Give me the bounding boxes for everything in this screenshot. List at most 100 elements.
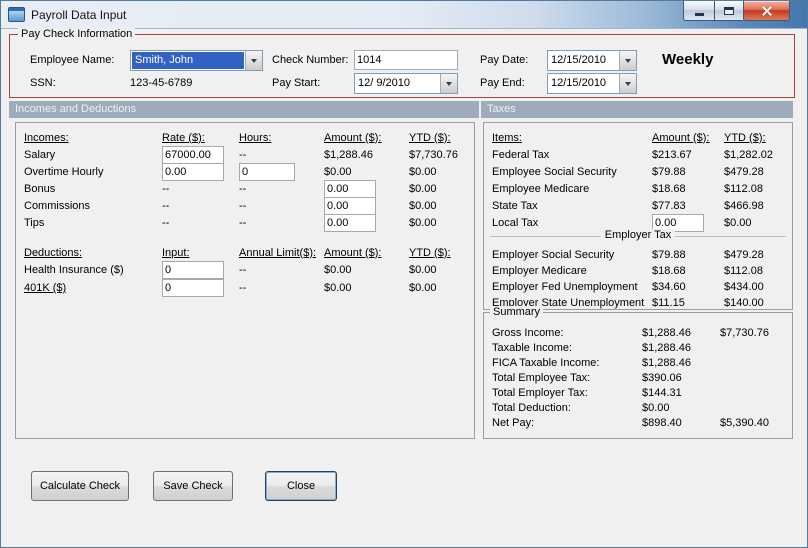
summary-name: Net Pay: xyxy=(492,416,535,429)
tax-ytd: $479.28 xyxy=(724,165,764,178)
pay-date-value: 12/15/2010 xyxy=(551,54,607,66)
close-window-button[interactable] xyxy=(743,1,790,21)
income-amount: $0.00 xyxy=(324,165,352,178)
tax-amount: $79.88 xyxy=(652,249,686,261)
income-row-salary: Salary -- $1,288.46 $7,730.76 xyxy=(16,145,474,164)
tax-amount: $18.68 xyxy=(652,265,686,277)
pay-date-arrow-button[interactable] xyxy=(619,51,636,70)
income-hours: -- xyxy=(239,216,247,229)
summary-legend: Summary xyxy=(490,306,544,318)
deduction-ytd: $0.00 xyxy=(409,282,437,294)
tax-row-federal: Federal Tax $213.67 $1,282.02 xyxy=(484,146,792,163)
minimize-button[interactable] xyxy=(683,1,715,21)
deductions-col-header: Deductions: xyxy=(24,246,83,259)
incomes-col-header: Incomes: xyxy=(24,131,69,144)
pay-frequency-label: Weekly xyxy=(662,51,714,68)
income-amount: $1,288.46 xyxy=(324,148,373,161)
tax-ytd: $466.98 xyxy=(724,199,764,212)
employer-tax-separator: Employer Tax xyxy=(490,229,786,247)
income-name: Salary xyxy=(24,148,56,161)
tax-ytd: $0.00 xyxy=(724,217,752,229)
maximize-button[interactable] xyxy=(715,1,743,21)
tax-row-employer-ss: Employer Social Security $79.88 $479.28 xyxy=(484,247,792,263)
pay-start-picker[interactable]: 12/ 9/2010 xyxy=(354,73,458,94)
tax-name: Local Tax xyxy=(492,217,539,229)
incomes-header-row: Incomes: Rate ($): Hours: Amount ($): YT… xyxy=(16,129,474,146)
summary-row-net-pay: Net Pay: $898.40 $5,390.40 xyxy=(484,415,792,430)
employer-tax-label: Employer Tax xyxy=(600,229,676,241)
income-hours: -- xyxy=(239,182,247,195)
chevron-down-icon xyxy=(446,81,452,86)
summary-amount: $0.00 xyxy=(642,401,670,414)
pay-end-arrow-button[interactable] xyxy=(619,74,636,93)
chevron-down-icon xyxy=(251,58,257,63)
summary-name: Total Deduction: xyxy=(492,401,571,414)
calculate-check-button[interactable]: Calculate Check xyxy=(31,471,129,501)
income-rate: -- xyxy=(162,216,170,229)
pay-check-info-legend: Pay Check Information xyxy=(18,28,136,40)
ssn-label: SSN: xyxy=(30,77,56,89)
tax-ytd: $112.08 xyxy=(724,182,763,195)
summary-row-fica: FICA Taxable Income: $1,288.46 xyxy=(484,355,792,370)
commissions-amount-input[interactable] xyxy=(324,196,376,215)
income-rate: -- xyxy=(162,199,170,212)
deduction-name: Health Insurance ($) xyxy=(24,264,124,276)
hours-col-header: Hours: xyxy=(239,131,272,144)
ytd-col-header: YTD ($): xyxy=(724,131,766,144)
tax-name: Employer Social Security xyxy=(492,249,615,261)
salary-rate-input[interactable] xyxy=(162,145,224,164)
overtime-hours-input[interactable] xyxy=(239,162,295,181)
close-button[interactable]: Close xyxy=(265,471,337,501)
input-col-header: Input: xyxy=(162,246,190,259)
close-icon xyxy=(761,5,773,17)
summary-row-deduction: Total Deduction: $0.00 xyxy=(484,400,792,415)
taxes-section-header: Taxes xyxy=(481,101,793,118)
summary-row-gross: Gross Income: $1,288.46 $7,730.76 xyxy=(484,325,792,340)
income-hours: -- xyxy=(239,148,247,161)
pay-date-picker[interactable]: 12/15/2010 xyxy=(547,50,637,71)
tax-ytd: $140.00 xyxy=(724,297,764,309)
save-check-button[interactable]: Save Check xyxy=(153,471,233,501)
tax-ytd: $434.00 xyxy=(724,281,764,293)
summary-amount: $144.31 xyxy=(642,386,682,399)
tax-amount: $11.15 xyxy=(652,297,685,309)
taxes-header-row: Items: Amount ($): YTD ($): xyxy=(484,129,792,146)
tax-row-state: State Tax $77.83 $466.98 xyxy=(484,197,792,214)
tax-row-employer-fed-unemployment: Employer Fed Unemployment $34.60 $434.00 xyxy=(484,279,792,295)
deduction-401k-link[interactable]: 401K ($) xyxy=(16,282,162,294)
pay-start-arrow-button[interactable] xyxy=(440,74,457,93)
income-row-commissions: Commissions -- -- $0.00 xyxy=(16,196,474,215)
minimize-icon xyxy=(694,12,704,16)
income-ytd: $0.00 xyxy=(409,216,437,229)
bonus-amount-input[interactable] xyxy=(324,179,376,198)
employee-combo-arrow-button[interactable] xyxy=(245,51,262,70)
pay-end-value: 12/15/2010 xyxy=(551,77,607,89)
income-rate: -- xyxy=(162,182,170,195)
employee-name-combo[interactable]: Smith, John xyxy=(130,50,263,71)
tax-row-employee-ss: Employee Social Security $79.88 $479.28 xyxy=(484,163,792,180)
items-col-header: Items: xyxy=(492,131,522,144)
pay-end-picker[interactable]: 12/15/2010 xyxy=(547,73,637,94)
tax-amount: $79.88 xyxy=(652,165,686,178)
summary-name: FICA Taxable Income: xyxy=(492,356,600,369)
summary-row-taxable: Taxable Income: $1,288.46 xyxy=(484,340,792,355)
tax-amount: $77.83 xyxy=(652,199,686,212)
summary-amount: $898.40 xyxy=(642,416,682,429)
tips-amount-input[interactable] xyxy=(324,213,376,232)
maximize-icon xyxy=(724,6,734,15)
tax-amount: $18.68 xyxy=(652,182,686,195)
summary-panel: Summary Gross Income: $1,288.46 $7,730.7… xyxy=(483,306,793,439)
ytd-col-header: YTD ($): xyxy=(409,131,451,144)
incomes-section-header: Incomes and Deductions xyxy=(9,101,479,118)
overtime-rate-input[interactable] xyxy=(162,162,224,181)
tax-amount: $213.67 xyxy=(652,148,692,161)
tax-ytd: $112.08 xyxy=(724,265,763,277)
tax-ytd: $479.28 xyxy=(724,249,764,261)
check-number-input[interactable] xyxy=(354,50,458,70)
401k-input[interactable] xyxy=(162,279,224,297)
deduction-limit: -- xyxy=(239,264,247,276)
income-hours: -- xyxy=(239,199,247,212)
health-insurance-input[interactable] xyxy=(162,261,224,279)
ssn-value: 123-45-6789 xyxy=(130,77,193,89)
tax-row-employer-medicare: Employer Medicare $18.68 $112.08 xyxy=(484,263,792,279)
